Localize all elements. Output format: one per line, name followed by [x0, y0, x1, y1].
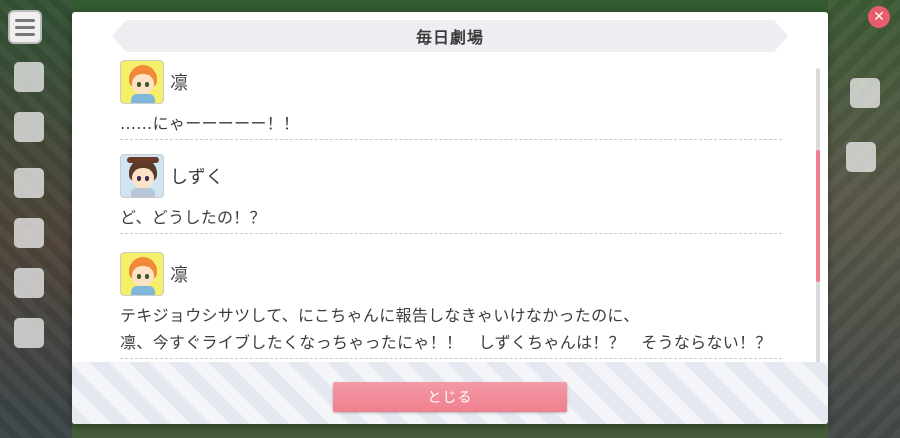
speaker-name: しずく	[170, 167, 224, 188]
background-tile	[14, 218, 44, 248]
dialogue-line: テキジョウシサツして、にこちゃんに報告しなきゃいけなかったのに、	[120, 306, 640, 325]
speaker-name: 凛	[170, 73, 188, 94]
shizuku-avatar-icon	[120, 154, 164, 198]
dialogue-line: ど、どうしたの！？	[120, 208, 266, 227]
background-tile	[14, 268, 44, 298]
dialogue-line: 凛、今すぐライブしたくなっちゃったにゃ！！ しずくちゃんは！？ そうならない！？	[120, 333, 772, 352]
dialog-footer: とじる	[72, 362, 828, 424]
background-tile	[14, 62, 44, 92]
close-icon: ✕	[868, 6, 890, 28]
log-entry: 凛 テキジョウシサツして、にこちゃんに報告しなきゃいけなかったのに、 凛、今すぐ…	[120, 252, 782, 359]
speaker-name: 凛	[170, 265, 188, 286]
background-tile	[14, 318, 44, 348]
divider	[120, 233, 782, 234]
rin-avatar-icon	[120, 60, 164, 104]
background-tile	[846, 142, 876, 172]
dialogue-line: ……にゃーーーーー！！	[120, 114, 300, 133]
rin-avatar-icon	[120, 252, 164, 296]
speaker-row: 凛	[120, 60, 780, 104]
conversation-log[interactable]: 凛 ……にゃーーーーー！！ しずく ど、どうしたの！？ 凛 テキジョウシサツして…	[72, 56, 828, 376]
menu-icon	[8, 10, 42, 44]
background-tile	[14, 168, 44, 198]
close-button[interactable]: とじる	[333, 382, 567, 412]
divider	[120, 358, 782, 359]
dialog-title: 毎日劇場	[415, 28, 484, 47]
divider	[120, 139, 782, 140]
daily-theater-dialog: 毎日劇場 凛 ……にゃーーーーー！！ しずく ど、どうしたの！？ 凛 テキジョウ…	[72, 12, 828, 424]
background-tile	[14, 112, 44, 142]
scrollbar-thumb[interactable]	[816, 150, 820, 282]
background-tile	[850, 78, 880, 108]
log-entry: 凛 ……にゃーーーーー！！	[120, 60, 782, 140]
speaker-row: 凛	[120, 252, 780, 296]
log-entry: しずく ど、どうしたの！？	[120, 154, 782, 234]
dialog-header: 毎日劇場	[112, 20, 788, 52]
speaker-row: しずく	[120, 154, 780, 198]
